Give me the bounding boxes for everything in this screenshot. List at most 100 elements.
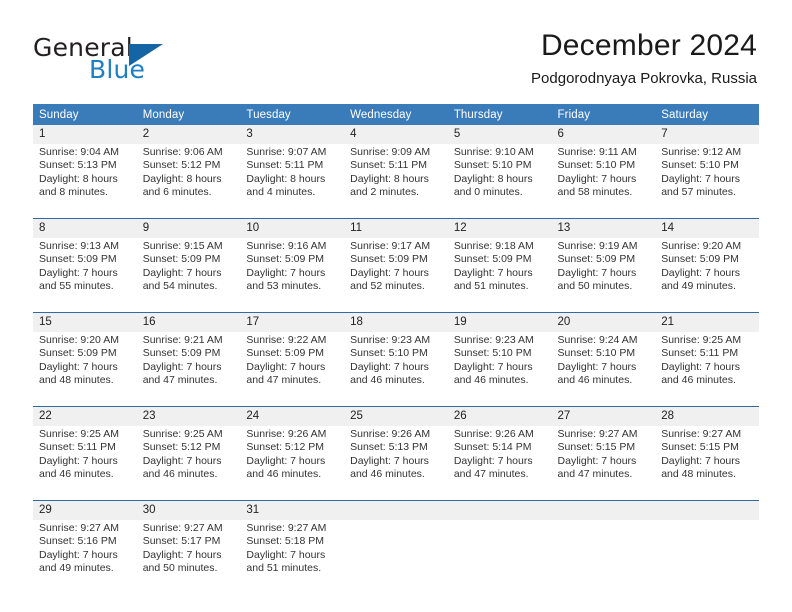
day-cell[interactable]: Sunrise: 9:26 AM Sunset: 5:13 PM Dayligh…	[344, 426, 448, 501]
day-number[interactable]: 5	[447, 125, 552, 144]
day-number[interactable]: 2	[136, 125, 241, 144]
day-number[interactable]: 29	[33, 500, 137, 520]
day-cell[interactable]: Sunrise: 9:20 AM Sunset: 5:09 PM Dayligh…	[33, 332, 137, 407]
daylight-text-line2: and 4 minutes.	[246, 186, 316, 199]
day-number[interactable]: 19	[447, 312, 552, 332]
day-number[interactable]: 28	[655, 406, 759, 426]
daylight-text-line1: Daylight: 7 hours	[142, 360, 222, 373]
day-number[interactable]: 13	[551, 218, 656, 238]
day-number[interactable]: 21	[655, 312, 759, 332]
day-cell[interactable]: Sunrise: 9:23 AM Sunset: 5:10 PM Dayligh…	[447, 332, 552, 407]
sunset-text: Sunset: 5:14 PM	[453, 441, 532, 454]
daylight-text-line1: Daylight: 7 hours	[661, 172, 741, 185]
sunrise-text: Sunrise: 9:21 AM	[142, 334, 223, 346]
daylight-text-line2: and 0 minutes.	[453, 186, 523, 199]
day-cell[interactable]: Sunrise: 9:13 AM Sunset: 5:09 PM Dayligh…	[33, 238, 137, 313]
sunrise-text: Sunrise: 9:25 AM	[142, 428, 223, 440]
day-number[interactable]: 9	[136, 218, 241, 238]
day-number[interactable]: 25	[344, 406, 448, 426]
sunrise-text: Sunrise: 9:27 AM	[661, 428, 742, 440]
sunset-text: Sunset: 5:09 PM	[142, 253, 221, 266]
day-cell[interactable]: Sunrise: 9:23 AM Sunset: 5:10 PM Dayligh…	[344, 332, 448, 407]
daylight-text-line1: Daylight: 7 hours	[661, 266, 741, 279]
day-cell[interactable]: Sunrise: 9:26 AM Sunset: 5:12 PM Dayligh…	[240, 426, 345, 501]
day-cell[interactable]: Sunrise: 9:21 AM Sunset: 5:09 PM Dayligh…	[136, 332, 241, 407]
day-cell[interactable]: Sunrise: 9:27 AM Sunset: 5:17 PM Dayligh…	[136, 520, 241, 594]
day-cell[interactable]: Sunrise: 9:20 AM Sunset: 5:09 PM Dayligh…	[655, 238, 759, 313]
week-details-row: Sunrise: 9:04 AM Sunset: 5:13 PM Dayligh…	[33, 144, 759, 219]
sunrise-text: Sunrise: 9:25 AM	[661, 334, 742, 346]
day-number[interactable]: 16	[136, 312, 241, 332]
day-cell[interactable]: Sunrise: 9:26 AM Sunset: 5:14 PM Dayligh…	[447, 426, 552, 501]
day-cell[interactable]: Sunrise: 9:17 AM Sunset: 5:09 PM Dayligh…	[344, 238, 448, 313]
sunrise-text: Sunrise: 9:27 AM	[246, 522, 327, 534]
day-cell[interactable]: Sunrise: 9:06 AM Sunset: 5:12 PM Dayligh…	[136, 144, 241, 219]
day-cell[interactable]: Sunrise: 9:22 AM Sunset: 5:09 PM Dayligh…	[240, 332, 345, 407]
sunrise-text: Sunrise: 9:11 AM	[557, 146, 637, 158]
sunset-text: Sunset: 5:16 PM	[39, 535, 117, 548]
day-cell[interactable]: Sunrise: 9:11 AM Sunset: 5:10 PM Dayligh…	[551, 144, 656, 219]
daylight-text-line1: Daylight: 8 hours	[39, 172, 118, 185]
location-subtitle: Podgorodnyaya Pokrovka, Russia	[531, 70, 757, 87]
day-cell[interactable]: Sunrise: 9:25 AM Sunset: 5:11 PM Dayligh…	[33, 426, 137, 501]
day-number[interactable]: 20	[551, 312, 656, 332]
day-number[interactable]: 6	[551, 125, 656, 144]
day-number[interactable]: 14	[655, 218, 759, 238]
day-number-empty	[655, 500, 759, 520]
day-cell[interactable]: Sunrise: 9:27 AM Sunset: 5:15 PM Dayligh…	[655, 426, 759, 501]
day-number[interactable]: 23	[136, 406, 241, 426]
day-number[interactable]: 30	[136, 500, 241, 520]
day-number[interactable]: 17	[240, 312, 345, 332]
daylight-text-line2: and 46 minutes.	[350, 374, 425, 387]
sunset-text: Sunset: 5:09 PM	[142, 347, 221, 360]
daylight-text-line2: and 47 minutes.	[142, 374, 218, 387]
day-number[interactable]: 8	[33, 218, 137, 238]
day-number[interactable]: 1	[33, 125, 137, 144]
day-cell[interactable]: Sunrise: 9:04 AM Sunset: 5:13 PM Dayligh…	[33, 144, 137, 219]
sunset-text: Sunset: 5:12 PM	[142, 159, 221, 172]
day-cell[interactable]: Sunrise: 9:27 AM Sunset: 5:18 PM Dayligh…	[240, 520, 345, 594]
day-cell[interactable]: Sunrise: 9:25 AM Sunset: 5:11 PM Dayligh…	[655, 332, 759, 407]
day-cell[interactable]: Sunrise: 9:18 AM Sunset: 5:09 PM Dayligh…	[447, 238, 552, 313]
day-number[interactable]: 4	[344, 125, 448, 144]
daylight-text-line2: and 49 minutes.	[39, 562, 114, 575]
day-cell[interactable]: Sunrise: 9:27 AM Sunset: 5:16 PM Dayligh…	[33, 520, 137, 594]
day-number[interactable]: 10	[240, 218, 345, 238]
day-cell[interactable]: Sunrise: 9:25 AM Sunset: 5:12 PM Dayligh…	[136, 426, 241, 501]
week-date-row: 15 16 17 18 19 20 21	[33, 312, 759, 332]
sunset-text: Sunset: 5:09 PM	[557, 253, 636, 266]
day-cell[interactable]: Sunrise: 9:15 AM Sunset: 5:09 PM Dayligh…	[136, 238, 241, 313]
day-cell[interactable]: Sunrise: 9:19 AM Sunset: 5:09 PM Dayligh…	[551, 238, 656, 313]
daylight-text-line1: Daylight: 7 hours	[39, 454, 118, 467]
sunset-text: Sunset: 5:13 PM	[39, 159, 117, 172]
day-number[interactable]: 7	[655, 125, 759, 144]
day-number[interactable]: 22	[33, 406, 137, 426]
day-number[interactable]: 31	[240, 500, 345, 520]
daylight-text-line2: and 52 minutes.	[350, 280, 425, 293]
day-cell[interactable]: Sunrise: 9:10 AM Sunset: 5:10 PM Dayligh…	[447, 144, 552, 219]
day-cell[interactable]: Sunrise: 9:16 AM Sunset: 5:09 PM Dayligh…	[240, 238, 345, 313]
day-number[interactable]: 24	[240, 406, 345, 426]
day-number[interactable]: 15	[33, 312, 137, 332]
day-number[interactable]: 27	[551, 406, 656, 426]
daylight-text-line1: Daylight: 7 hours	[246, 454, 326, 467]
day-cell[interactable]: Sunrise: 9:27 AM Sunset: 5:15 PM Dayligh…	[551, 426, 656, 501]
day-cell[interactable]: Sunrise: 9:09 AM Sunset: 5:11 PM Dayligh…	[344, 144, 448, 219]
day-number[interactable]: 26	[447, 406, 552, 426]
day-number[interactable]: 3	[240, 125, 345, 144]
calendar-body: 1 2 3 4 5 6 7 Sunrise: 9:04 AM Sunset: 5…	[33, 125, 759, 594]
day-cell[interactable]: Sunrise: 9:24 AM Sunset: 5:10 PM Dayligh…	[551, 332, 656, 407]
day-cell[interactable]: Sunrise: 9:07 AM Sunset: 5:11 PM Dayligh…	[240, 144, 345, 219]
day-number[interactable]: 12	[447, 218, 552, 238]
daylight-text-line1: Daylight: 7 hours	[557, 266, 637, 279]
daylight-text-line1: Daylight: 8 hours	[142, 172, 222, 185]
daylight-text-line2: and 46 minutes.	[661, 374, 736, 387]
daylight-text-line1: Daylight: 7 hours	[350, 360, 429, 373]
sunset-text: Sunset: 5:10 PM	[557, 347, 636, 360]
daylight-text-line2: and 8 minutes.	[39, 186, 108, 199]
day-number[interactable]: 11	[344, 218, 448, 238]
day-number[interactable]: 18	[344, 312, 448, 332]
logo-text-blue: Blue	[89, 55, 146, 84]
week-date-row: 8 9 10 11 12 13 14	[33, 218, 759, 238]
day-cell[interactable]: Sunrise: 9:12 AM Sunset: 5:10 PM Dayligh…	[655, 144, 759, 219]
